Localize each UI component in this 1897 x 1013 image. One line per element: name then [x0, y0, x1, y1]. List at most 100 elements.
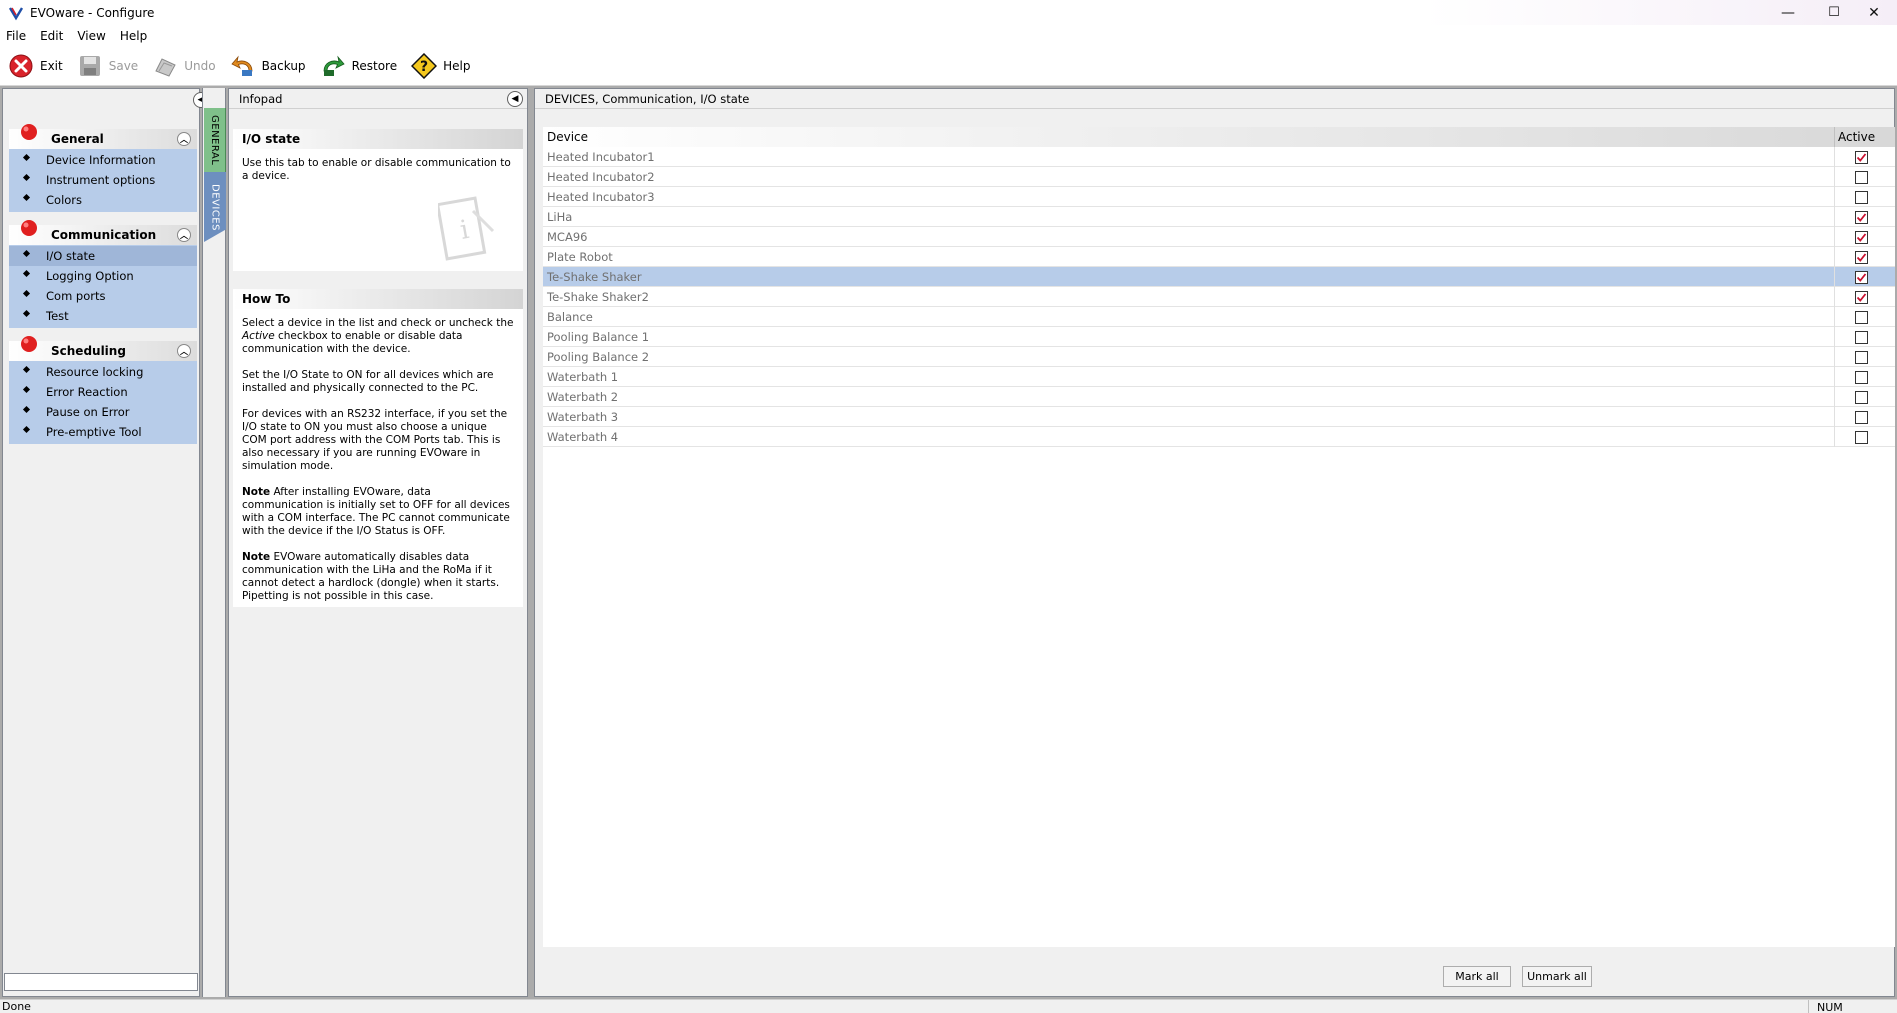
unmark-all-button[interactable]: Unmark all	[1522, 966, 1592, 987]
red-ball-icon	[21, 220, 37, 236]
sidebar-item-test[interactable]: Test	[9, 306, 197, 326]
table-row[interactable]: Pooling Balance 1	[543, 327, 1895, 347]
device-name: Pooling Balance 2	[547, 349, 650, 364]
bullet-icon	[22, 365, 31, 374]
table-row[interactable]: Plate Robot	[543, 247, 1895, 267]
active-checkbox[interactable]	[1855, 231, 1868, 244]
check-icon	[1856, 233, 1867, 242]
save-icon	[79, 55, 100, 76]
table-row[interactable]: Waterbath 3	[543, 407, 1895, 427]
device-name: Te-Shake Shaker2	[547, 289, 649, 304]
active-checkbox[interactable]	[1855, 171, 1868, 184]
group-header[interactable]: Scheduling ︿	[9, 336, 197, 361]
column-divider	[1834, 427, 1835, 447]
chevron-up-icon[interactable]: ︿	[177, 132, 191, 146]
sidebar-item-io-state[interactable]: I/O state	[9, 246, 197, 266]
column-divider	[1834, 287, 1835, 307]
save-button[interactable]: Save	[77, 51, 138, 81]
active-checkbox[interactable]	[1855, 271, 1868, 284]
device-name: Waterbath 1	[547, 369, 619, 384]
check-icon	[1856, 273, 1867, 282]
howto-note-1: Note After installing EVOware, data comm…	[242, 486, 510, 537]
tab-devices[interactable]: DEVICES	[204, 172, 226, 242]
close-button[interactable]: ✕	[1851, 0, 1897, 25]
restore-icon	[323, 55, 345, 76]
bullet-icon	[22, 385, 31, 394]
chevron-up-icon[interactable]: ︿	[177, 344, 191, 358]
active-checkbox[interactable]	[1855, 251, 1868, 264]
chevron-up-icon[interactable]: ︿	[177, 228, 191, 242]
active-checkbox[interactable]	[1855, 331, 1868, 344]
device-name: MCA96	[547, 229, 588, 244]
active-checkbox[interactable]	[1855, 291, 1868, 304]
minimize-button[interactable]: —	[1765, 0, 1811, 25]
sidebar-item-pause-on-error[interactable]: Pause on Error	[9, 402, 197, 422]
column-divider	[1834, 407, 1835, 427]
restore-button[interactable]: Restore	[320, 51, 397, 81]
group-header[interactable]: Communication ︿	[9, 220, 197, 245]
infopad-header: Infopad ◀	[229, 89, 527, 109]
help-icon: ?	[411, 52, 438, 79]
column-divider	[1834, 267, 1835, 287]
table-row[interactable]: LiHa	[543, 207, 1895, 227]
table-row[interactable]: MCA96	[543, 227, 1895, 247]
column-divider	[1834, 367, 1835, 387]
table-row[interactable]: Waterbath 4	[543, 427, 1895, 447]
tab-general[interactable]: GENERAL	[204, 108, 226, 172]
column-divider	[1834, 227, 1835, 247]
exit-button[interactable]: Exit	[8, 51, 63, 81]
table-row[interactable]: Te-Shake Shaker	[543, 267, 1895, 287]
active-checkbox[interactable]	[1855, 391, 1868, 404]
sidebar-item-instrument-options[interactable]: Instrument options	[9, 170, 197, 190]
backup-button[interactable]: Backup	[230, 51, 306, 81]
active-checkbox[interactable]	[1855, 371, 1868, 384]
section-text: Use this tab to enable or disable commun…	[242, 157, 511, 182]
sidebar-item-colors[interactable]: Colors	[9, 190, 197, 210]
sidebar-item-error-reaction[interactable]: Error Reaction	[9, 382, 197, 402]
help-button[interactable]: ? Help	[411, 51, 470, 81]
vertical-tab-strip: GENERAL DEVICES	[202, 88, 226, 997]
active-checkbox[interactable]	[1855, 191, 1868, 204]
navigation-search-input[interactable]	[4, 973, 198, 991]
table-row[interactable]: Heated Incubator3	[543, 187, 1895, 207]
mark-all-button[interactable]: Mark all	[1443, 966, 1511, 987]
active-checkbox[interactable]	[1855, 431, 1868, 444]
red-ball-icon	[21, 336, 37, 352]
howto-paragraph-2: Set the I/O State to ON for all devices …	[242, 369, 494, 394]
menu-view[interactable]: View	[77, 29, 105, 43]
sidebar-item-pre-emptive-tool[interactable]: Pre-emptive Tool	[9, 422, 197, 442]
sidebar-item-device-information[interactable]: Device Information	[9, 150, 197, 170]
sidebar-item-com-ports[interactable]: Com ports	[9, 286, 197, 306]
active-checkbox[interactable]	[1855, 211, 1868, 224]
table-row[interactable]: Balance	[543, 307, 1895, 327]
active-checkbox[interactable]	[1855, 351, 1868, 364]
menu-help[interactable]: Help	[120, 29, 147, 43]
active-checkbox[interactable]	[1855, 411, 1868, 424]
table-row[interactable]: Heated Incubator1	[543, 147, 1895, 167]
collapse-infopad-button[interactable]: ◀	[507, 91, 523, 107]
sidebar-item-resource-locking[interactable]: Resource locking	[9, 362, 197, 382]
device-name: Te-Shake Shaker	[547, 269, 642, 284]
evoware-app-icon	[8, 6, 24, 20]
menu-file[interactable]: File	[6, 29, 26, 43]
backup-icon	[230, 55, 252, 76]
menu-edit[interactable]: Edit	[40, 29, 63, 43]
group-header[interactable]: General ︿	[9, 124, 197, 149]
table-row[interactable]: Waterbath 1	[543, 367, 1895, 387]
active-checkbox[interactable]	[1855, 311, 1868, 324]
table-row[interactable]: Pooling Balance 2	[543, 347, 1895, 367]
device-table: Device Active Heated Incubator1 Heated In…	[543, 127, 1895, 947]
breadcrumb: DEVICES, Communication, I/O state	[535, 89, 1894, 109]
column-active[interactable]: Active	[1834, 127, 1895, 147]
undo-button[interactable]: Undo	[152, 51, 216, 81]
bullet-icon	[22, 249, 31, 258]
table-row[interactable]: Waterbath 2	[543, 387, 1895, 407]
active-checkbox[interactable]	[1855, 151, 1868, 164]
sidebar-item-logging-option[interactable]: Logging Option	[9, 266, 197, 286]
table-row[interactable]: Heated Incubator2	[543, 167, 1895, 187]
group-communication: Communication ︿ I/O state Logging Option…	[9, 220, 197, 328]
column-device[interactable]: Device	[543, 130, 588, 144]
infopad-pane: Infopad ◀ I/O state Use this tab to enab…	[228, 88, 528, 997]
info-watermark-icon: i	[438, 196, 495, 261]
table-row[interactable]: Te-Shake Shaker2	[543, 287, 1895, 307]
